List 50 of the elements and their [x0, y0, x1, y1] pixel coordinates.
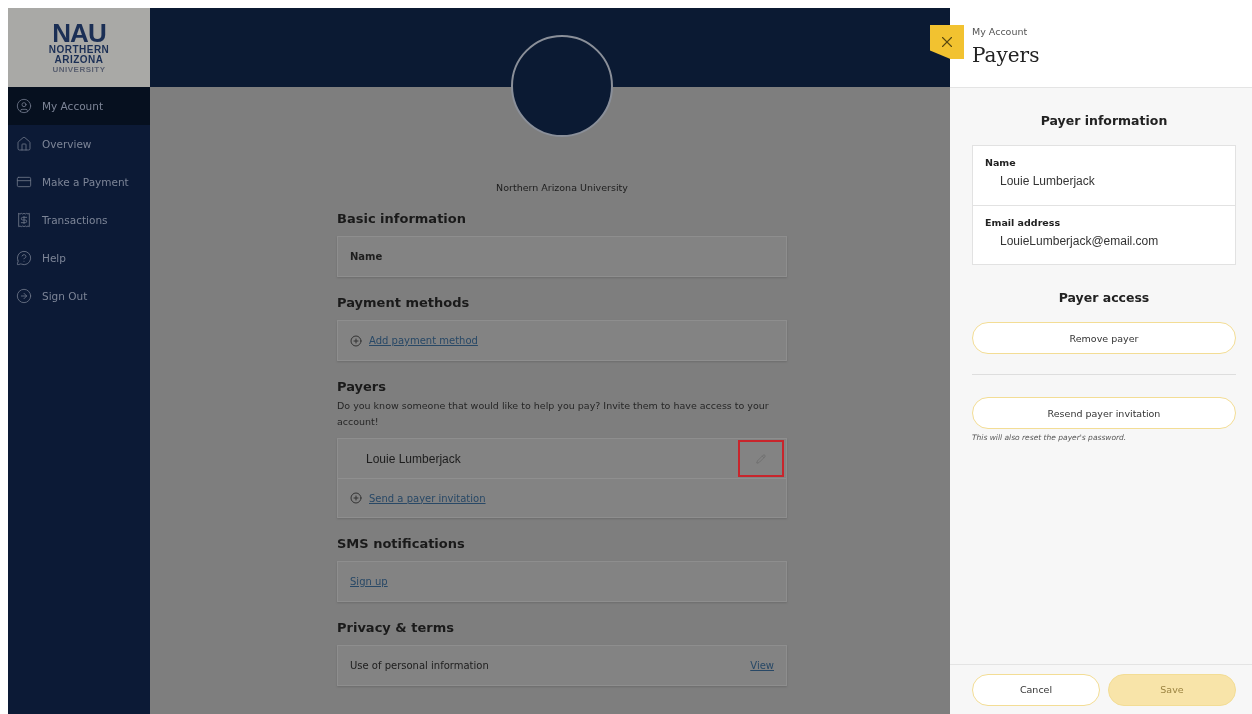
nav-item[interactable]: Overview [8, 125, 150, 163]
panel-title: Payers [972, 43, 1041, 67]
cancel-button[interactable]: Cancel [972, 673, 1100, 706]
section-description: Do you know someone that would like to help you pay? Invite them to have access to your account! [337, 399, 770, 429]
institution-name: Northern Arizona University [495, 182, 629, 193]
add-link[interactable]: Add payment method [369, 335, 478, 346]
field-value: LouieLumberjack@email.com [999, 234, 1160, 248]
add-icon [350, 492, 362, 504]
section-heading: Payer access [1057, 290, 1151, 305]
item-label: Use of personal information [350, 660, 489, 671]
nav-item[interactable]: Help [8, 239, 150, 277]
section-heading: Payer information [1039, 113, 1169, 128]
section-title: Basic information [337, 211, 467, 226]
payer-name: Louie Lumberjack [366, 451, 461, 466]
nav-label: Help [42, 252, 66, 264]
nav-label: My Account [42, 100, 103, 112]
remove-payer-button[interactable]: Remove payer [972, 322, 1236, 354]
section-title: SMS notifications [337, 536, 466, 551]
section-title: Payment methods [337, 295, 471, 310]
field-value: Louie Lumberjack [999, 174, 1096, 188]
nav-item[interactable]: Sign Out [8, 277, 150, 315]
field-label: Email address [985, 217, 1062, 228]
breadcrumb: My Account [972, 26, 1029, 37]
nav-label: Overview [42, 138, 92, 150]
nav-label: Sign Out [42, 290, 88, 302]
close-button[interactable] [930, 25, 964, 59]
nav-item[interactable]: Make a Payment [8, 163, 150, 201]
add-link[interactable]: Send a payer invitation [369, 492, 486, 504]
field-label: Name [350, 251, 383, 262]
view-link[interactable]: View [750, 660, 774, 671]
logo-text: UNIVERSITY [52, 64, 106, 75]
sign-out-icon [16, 288, 32, 304]
section-title: Privacy & terms [337, 620, 455, 635]
logo-text: NORTHERN [48, 44, 110, 55]
receipt-icon [16, 212, 32, 228]
nav-label: Transactions [42, 214, 108, 226]
help-icon [16, 250, 32, 266]
section-title: Payers [337, 379, 387, 394]
card-icon [16, 174, 32, 190]
logo-mark: NAU [52, 20, 106, 45]
logo-text: ARIZONA [54, 54, 104, 65]
user-icon [16, 98, 32, 114]
nav-item[interactable]: Transactions [8, 201, 150, 239]
sign-up-link[interactable]: Sign up [350, 576, 388, 587]
add-icon [350, 334, 362, 347]
field-label: Name [985, 157, 1017, 168]
resend-invitation-button[interactable]: Resend payer invitation [972, 397, 1236, 429]
house-icon [16, 136, 32, 152]
nav-item[interactable]: My Account [8, 87, 150, 125]
nav-label: Make a Payment [42, 176, 129, 188]
